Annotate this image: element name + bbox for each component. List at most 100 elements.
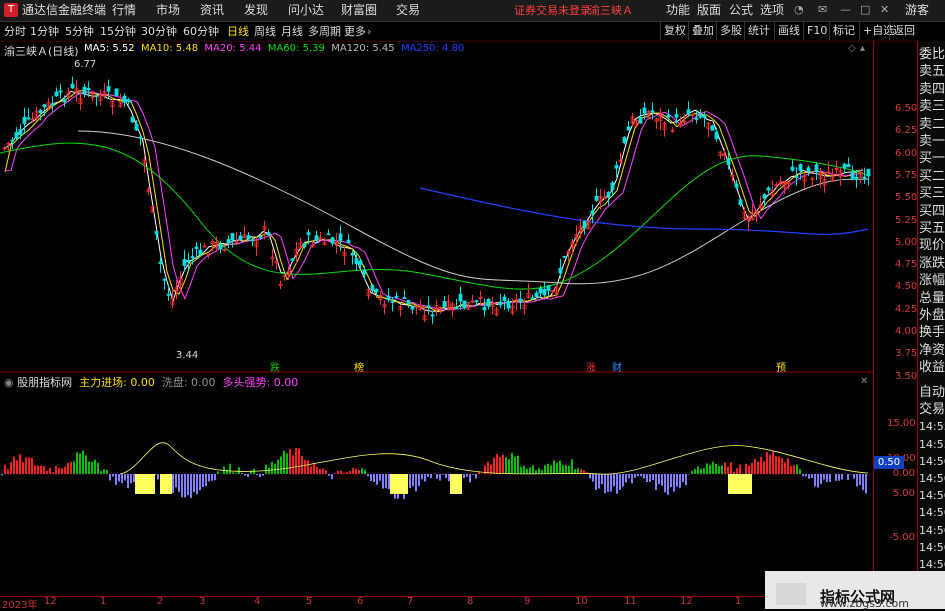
side-field[interactable]: 买一: [919, 150, 945, 167]
period-1min[interactable]: 1分钟: [30, 22, 59, 41]
candle-body: [530, 297, 535, 300]
indicator-name[interactable]: 股朋指标网: [17, 376, 72, 389]
candle-body: [558, 267, 563, 274]
side-field[interactable]: 换手: [919, 324, 945, 341]
side-trade-item[interactable]: 自动: [919, 384, 945, 401]
side-field[interactable]: 买三: [919, 185, 945, 202]
menu-market-quotes[interactable]: 行情: [112, 2, 136, 19]
period-more[interactable]: 更多: [344, 22, 366, 41]
side-field[interactable]: 净资: [919, 342, 945, 359]
btn-multi-stock[interactable]: 多股: [716, 22, 745, 40]
period-daily[interactable]: 日线: [227, 22, 249, 41]
side-field[interactable]: 卖五: [919, 63, 945, 80]
btn-mark[interactable]: 标记: [829, 22, 858, 40]
period-intraday[interactable]: 分时: [4, 22, 26, 41]
minimize-icon[interactable]: —: [840, 3, 851, 16]
marker-forecast[interactable]: 预: [776, 359, 786, 374]
menu-layout[interactable]: 版面: [697, 2, 721, 19]
menu-wealth[interactable]: 财富圈: [341, 2, 377, 19]
chevron-right-icon[interactable]: ›: [367, 22, 371, 41]
login-warning[interactable]: 证券交易未登录: [514, 2, 591, 19]
marker-rise[interactable]: 涨: [586, 359, 596, 374]
kline-chart[interactable]: [0, 41, 873, 596]
candle-body: [306, 232, 311, 236]
time-tick: 3: [199, 596, 206, 607]
side-field[interactable]: 现价: [919, 237, 945, 254]
chart-collapse-icon[interactable]: ▴: [860, 43, 865, 54]
side-trade-item[interactable]: 14:56: [919, 487, 945, 504]
btn-stats[interactable]: 统计: [744, 22, 773, 40]
btn-adjust[interactable]: 复权: [660, 22, 689, 40]
side-field[interactable]: 卖一: [919, 133, 945, 150]
side-field[interactable]: 卖四: [919, 81, 945, 98]
side-trade-item[interactable]: 14:56: [919, 453, 945, 470]
candle-body: [370, 284, 375, 291]
side-trade-item[interactable]: 交易: [919, 401, 945, 418]
candle-body: [190, 256, 195, 259]
price-tick: 3.50: [895, 370, 918, 382]
side-trade-item[interactable]: 14:56: [919, 539, 945, 556]
period-multi[interactable]: 多周期: [308, 22, 341, 41]
candle-body: [126, 99, 131, 103]
marker-fall[interactable]: 跌: [270, 359, 280, 374]
candle-body: [710, 125, 715, 131]
side-trade-item[interactable]: 14:55: [919, 418, 945, 435]
menu-news[interactable]: 资讯: [200, 2, 224, 19]
side-field[interactable]: 外盘: [919, 307, 945, 324]
menu-guest[interactable]: 游客: [905, 2, 929, 19]
period-30min[interactable]: 30分钟: [141, 22, 177, 41]
indicator-close-icon[interactable]: ✕: [860, 376, 868, 387]
period-15min[interactable]: 15分钟: [100, 22, 136, 41]
side-field[interactable]: 涨跌: [919, 255, 945, 272]
maximize-icon[interactable]: □: [860, 3, 870, 16]
side-field[interactable]: 买四: [919, 203, 945, 220]
side-field[interactable]: 卖三: [919, 98, 945, 115]
candle-body: [62, 99, 67, 103]
close-icon[interactable]: ✕: [880, 3, 889, 16]
chart-settings-icon[interactable]: ◇: [848, 43, 856, 54]
candle-body: [134, 123, 139, 131]
user-icon[interactable]: ◔: [794, 3, 808, 17]
mail-icon[interactable]: ✉: [818, 3, 827, 16]
candle-body: [562, 256, 567, 258]
menu-formula[interactable]: 公式: [729, 2, 753, 19]
candle-body: [182, 259, 187, 266]
period-5min[interactable]: 5分钟: [65, 22, 94, 41]
menu-discover[interactable]: 发现: [244, 2, 268, 19]
indicator-toggle-icon[interactable]: ◉: [4, 376, 14, 389]
side-trade-item[interactable]: 14:56: [919, 470, 945, 487]
btn-draw[interactable]: 画线: [774, 22, 803, 40]
side-field[interactable]: 收益: [919, 359, 945, 376]
candle-body: [302, 243, 307, 247]
btn-f10[interactable]: F10: [803, 22, 830, 40]
side-trade-item[interactable]: 14:55: [919, 436, 945, 453]
period-60min[interactable]: 60分钟: [183, 22, 219, 41]
candle-body: [462, 300, 467, 309]
side-trade-item[interactable]: 14:56: [919, 522, 945, 539]
indicator-yellow-bar: [740, 474, 752, 494]
period-weekly[interactable]: 周线: [254, 22, 276, 41]
menu-market[interactable]: 市场: [156, 2, 180, 19]
side-field[interactable]: 总量: [919, 290, 945, 307]
ma250-line: [419, 187, 869, 235]
marker-rank[interactable]: 榜: [354, 359, 364, 374]
ma20-label: MA20: 5.44: [204, 43, 262, 54]
btn-back[interactable]: 返回: [889, 22, 918, 40]
marker-finance[interactable]: 财: [612, 359, 622, 374]
high-price-label: 6.77: [74, 59, 97, 70]
btn-overlay[interactable]: 叠加: [688, 22, 717, 40]
candle-body: [114, 88, 119, 96]
side-field[interactable]: 涨幅: [919, 272, 945, 289]
side-trade-item[interactable]: 14:56: [919, 504, 945, 521]
watermark-url: www.zbgs3.com: [820, 597, 909, 610]
side-field[interactable]: 卖二: [919, 116, 945, 133]
menu-function[interactable]: 功能: [666, 2, 690, 19]
candle-body: [594, 195, 599, 201]
side-field[interactable]: 买二: [919, 168, 945, 185]
side-field[interactable]: 委比: [919, 46, 945, 63]
side-field[interactable]: 买五: [919, 220, 945, 237]
period-monthly[interactable]: 月线: [281, 22, 303, 41]
menu-options[interactable]: 选项: [760, 2, 784, 19]
menu-ask[interactable]: 问小达: [288, 2, 324, 19]
menu-trade[interactable]: 交易: [396, 2, 420, 19]
